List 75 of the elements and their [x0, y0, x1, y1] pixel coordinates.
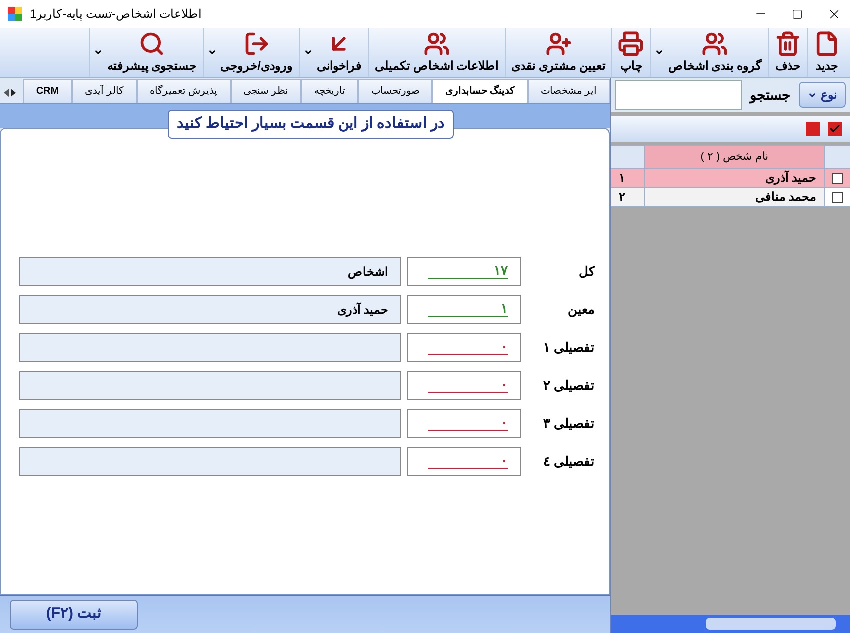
toolbar-button[interactable]: گروه بندی اشخاص — [662, 28, 768, 77]
code-field[interactable]: ۰ — [407, 447, 521, 476]
code-value: ۱۷ — [428, 264, 508, 279]
toolbar-button[interactable]: جستجوی پیشرفته — [101, 28, 203, 77]
trash-icon — [775, 30, 801, 56]
document-icon — [814, 30, 840, 56]
toolbar-button[interactable]: ورودی/خروجی — [214, 28, 299, 77]
printer-icon — [618, 30, 644, 56]
tab[interactable]: تاریخچه — [301, 79, 358, 103]
scroll-left-icon[interactable] — [4, 89, 9, 97]
toolbar-button[interactable]: تعیین مشتری نقدی — [506, 28, 612, 77]
grid-row[interactable]: حمید آذری ۱ — [611, 169, 850, 188]
search-label: جستجو — [750, 86, 791, 106]
scroll-right-icon[interactable] — [11, 89, 16, 97]
field-label: تفصیلی ۳ — [542, 414, 595, 433]
tab[interactable]: نظر سنجی — [230, 79, 302, 103]
code-field[interactable]: ۱ — [407, 295, 521, 324]
search-icon — [138, 30, 165, 56]
name-field[interactable] — [19, 447, 401, 476]
column-header[interactable]: نام شخص ( ۲ ) — [644, 146, 824, 168]
caret-icon — [808, 90, 817, 100]
code-field[interactable]: ۱۷ — [407, 257, 521, 286]
name-field[interactable] — [19, 409, 401, 438]
tab[interactable]: کدینگ حسابداری — [432, 79, 528, 103]
save-button[interactable]: ثبت (F۲) — [10, 600, 138, 630]
name-field[interactable]: حمید آذری — [19, 295, 401, 324]
check-all-icon[interactable] — [828, 122, 842, 136]
caret-icon[interactable] — [655, 48, 664, 57]
window-title: اطلاعات اشخاص-تست پایه-کاربر1 — [30, 6, 202, 23]
row-number-cell-text: ۱ — [618, 170, 626, 187]
field-label: تفصیلی ۲ — [542, 376, 595, 395]
caret-icon[interactable] — [94, 48, 104, 57]
code-value: ۰ — [428, 378, 508, 393]
code-value: ۰ — [428, 454, 508, 469]
people-icon — [424, 30, 450, 56]
caret-icon[interactable] — [208, 48, 217, 57]
add-person-icon — [546, 30, 572, 56]
toolbar-button[interactable]: حذف — [769, 28, 807, 77]
tab[interactable]: ایر مشخصات — [528, 79, 610, 103]
field-label: تفصیلی ٤ — [542, 452, 595, 471]
warning-label: در استفاده از این قسمت بسیار احتیاط کنید — [168, 110, 454, 138]
search-field[interactable] — [615, 80, 742, 110]
code-field[interactable]: ۰ — [407, 409, 521, 438]
grid-row[interactable]: محمد منافی ۲ — [611, 188, 850, 207]
uncheck-all-icon[interactable] — [806, 122, 820, 136]
code-field[interactable]: ۰ — [407, 371, 521, 400]
field-label: کل — [578, 262, 595, 281]
tab[interactable]: CRM — [23, 79, 72, 103]
people-icon — [702, 30, 728, 56]
scrollbar[interactable] — [611, 615, 850, 633]
name-field[interactable] — [19, 333, 401, 362]
code-value: ۰ — [428, 340, 508, 355]
caret-icon[interactable] — [304, 48, 313, 57]
row-checkbox[interactable] — [832, 172, 843, 184]
name-field[interactable] — [19, 371, 401, 400]
name-cell: محمد منافی — [644, 188, 824, 206]
type-button[interactable]: نوع — [799, 82, 846, 108]
code-value: ۰ — [428, 416, 508, 431]
tab[interactable]: کالر آیدی — [72, 79, 137, 103]
tab[interactable]: صورتحساب — [358, 79, 432, 103]
app-icon — [8, 7, 22, 21]
toolbar-button[interactable]: جدید — [808, 28, 846, 77]
toolbar-button[interactable]: اطلاعات اشخاص تکمیلی — [368, 28, 505, 77]
tab[interactable]: پذیرش تعمیرگاه — [136, 79, 231, 103]
field-label: معین — [567, 300, 595, 320]
name-field[interactable]: اشخاص — [19, 257, 401, 286]
field-label: تفصیلی ۱ — [542, 338, 595, 357]
name-cell: حمید آذری — [644, 169, 824, 187]
code-field[interactable]: ۰ — [407, 333, 521, 362]
row-number-cell: ۲ — [611, 188, 644, 206]
toolbar-button[interactable]: فراخوانی — [310, 28, 368, 77]
row-checkbox[interactable] — [832, 192, 843, 202]
toolbar-button[interactable]: چاپ — [612, 28, 650, 77]
maximize-icon[interactable] — [792, 8, 803, 20]
code-value: ۱ — [428, 302, 508, 317]
